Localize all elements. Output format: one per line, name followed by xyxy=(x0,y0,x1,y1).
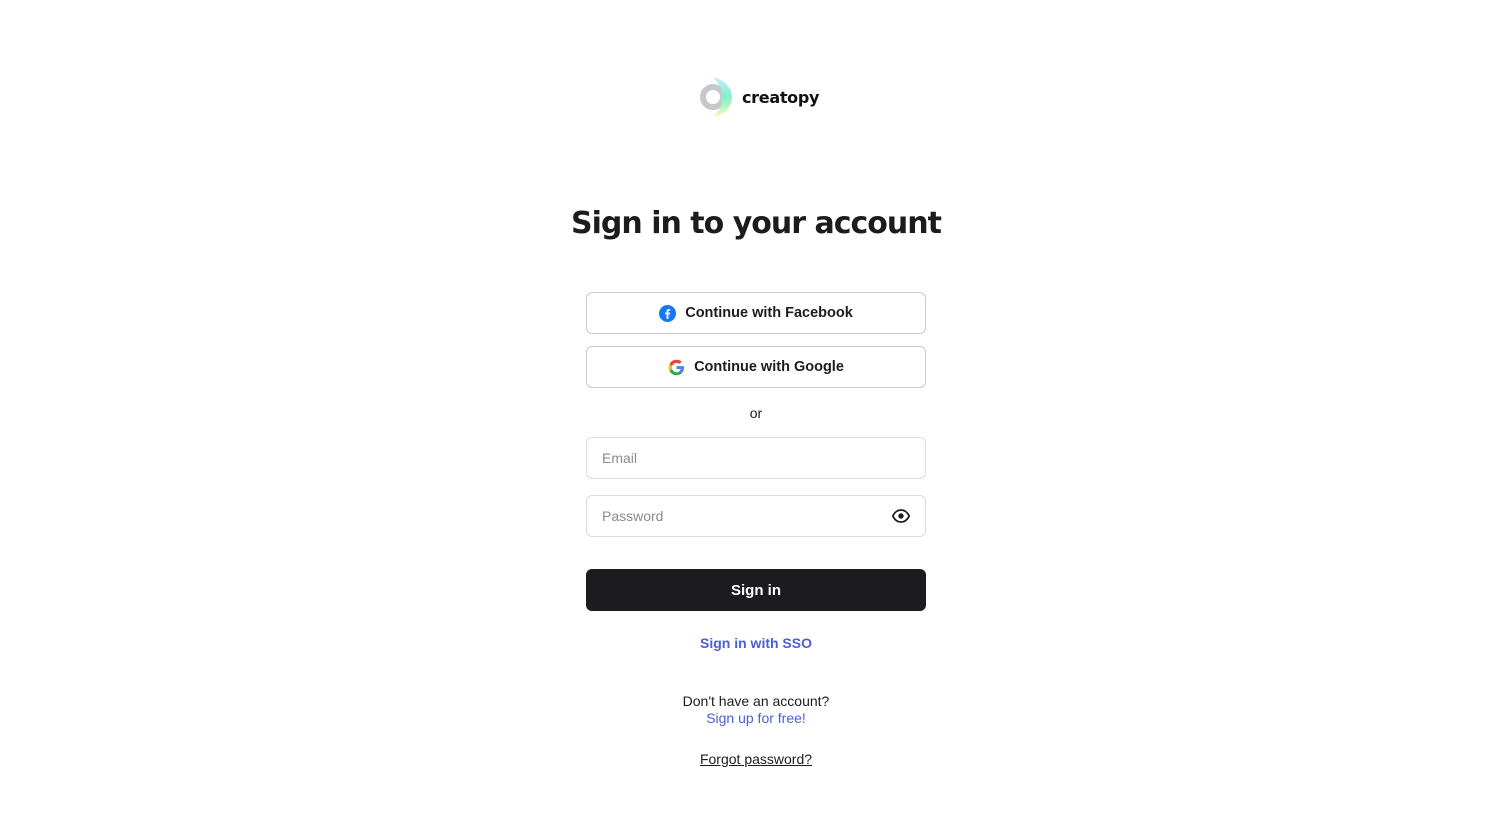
password-field-wrapper xyxy=(586,495,926,537)
page-title: Sign in to your account xyxy=(571,206,942,241)
continue-with-google-button[interactable]: Continue with Google xyxy=(586,346,926,388)
no-account-text: Don't have an account? xyxy=(682,693,830,709)
email-input[interactable] xyxy=(587,438,925,478)
email-field-wrapper xyxy=(586,437,926,479)
eye-icon[interactable] xyxy=(890,505,912,527)
sign-in-with-sso-link[interactable]: Sign in with SSO xyxy=(700,635,812,651)
brand-logo[interactable]: creatopy xyxy=(698,75,819,119)
sign-in-sso-container: Sign in with SSO xyxy=(0,635,1512,651)
continue-with-facebook-label: Continue with Facebook xyxy=(685,305,853,321)
password-input[interactable] xyxy=(587,496,890,536)
forgot-password-container: Forgot password? xyxy=(0,751,1512,767)
creatopy-logo-icon xyxy=(700,77,732,117)
sign-in-page: creatopy Sign in to your account Continu… xyxy=(0,0,1512,814)
google-icon xyxy=(668,359,685,375)
signup-container: Sign up for free! xyxy=(0,710,1512,726)
continue-with-facebook-button[interactable]: Continue with Facebook xyxy=(586,292,926,334)
forgot-password-link[interactable]: Forgot password? xyxy=(700,751,812,767)
sign-up-link[interactable]: Sign up for free! xyxy=(706,710,806,726)
brand-name: creatopy xyxy=(742,87,820,107)
facebook-icon xyxy=(659,304,677,322)
or-divider: or xyxy=(749,405,763,421)
sign-in-button[interactable]: Sign in xyxy=(586,569,926,611)
continue-with-google-label: Continue with Google xyxy=(694,359,844,375)
